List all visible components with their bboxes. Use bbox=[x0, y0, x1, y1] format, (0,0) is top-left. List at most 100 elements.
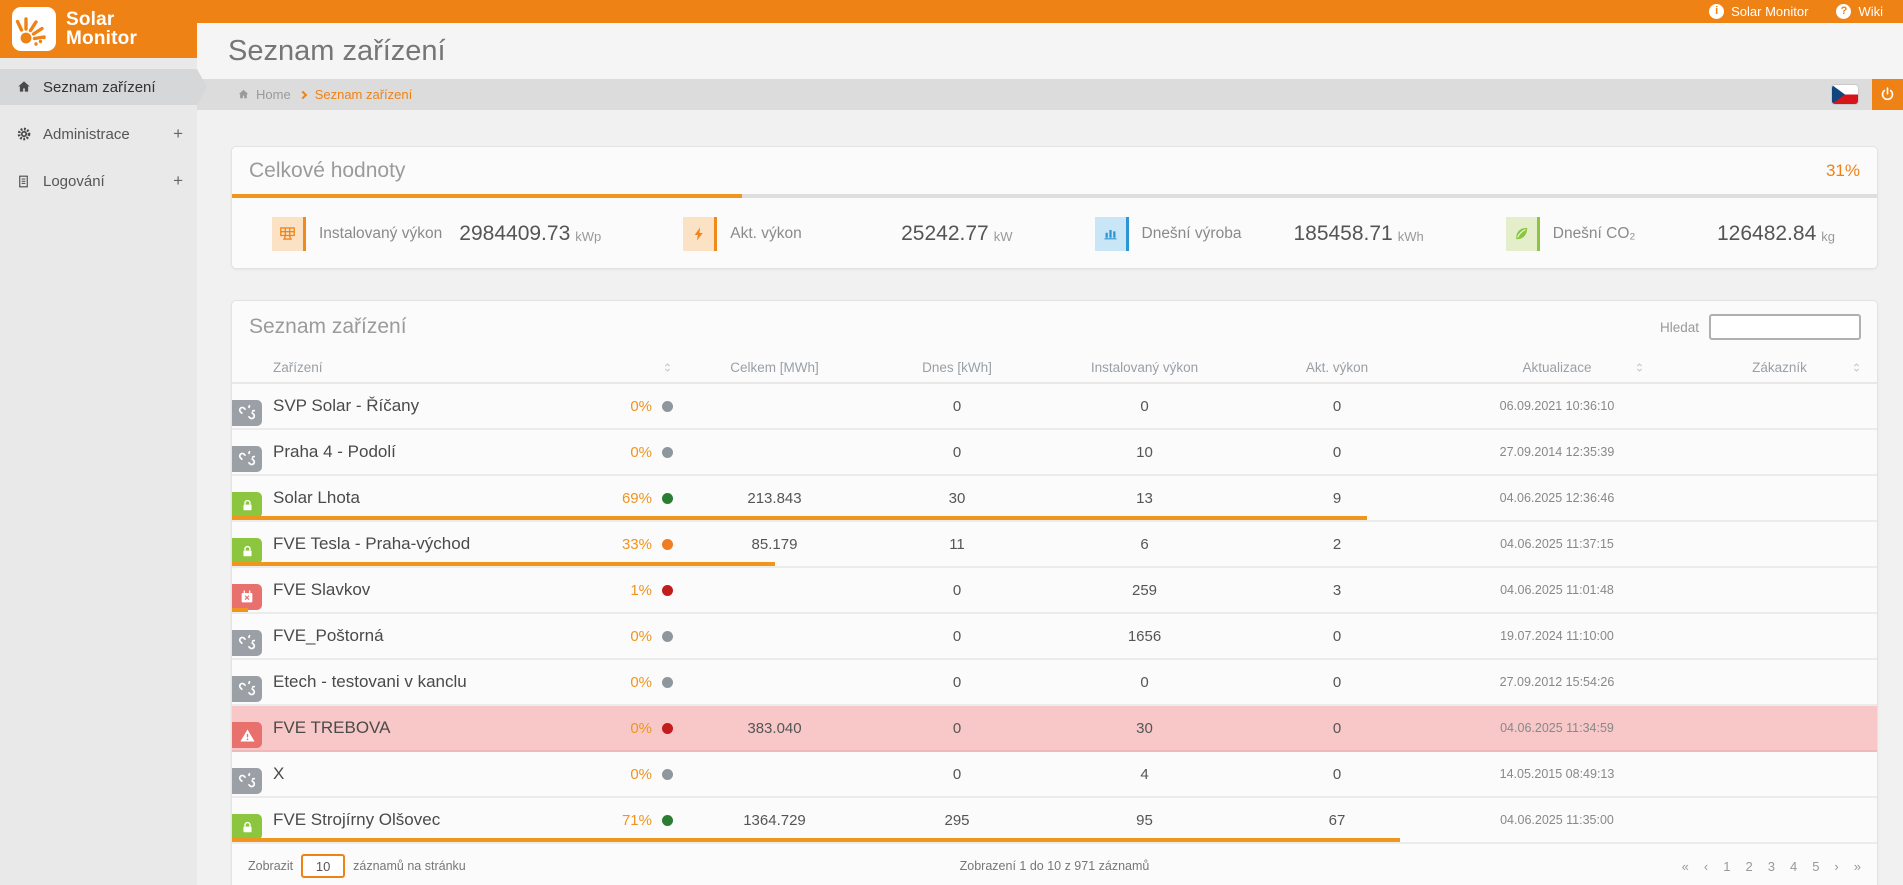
leaf-icon bbox=[1506, 217, 1540, 251]
stat-instalovan-v-kon: Instalovaný výkon 2984409.73 kWp bbox=[232, 217, 643, 251]
question-circle-icon: ? bbox=[1836, 4, 1851, 19]
pagination-item-next[interactable]: › bbox=[1834, 859, 1838, 874]
col-customer[interactable]: Zákazník bbox=[1682, 360, 1877, 375]
link-broken-icon bbox=[232, 400, 262, 426]
table-row[interactable]: Praha 4 - Podolí 0% 0 10 0 27.09.2014 12… bbox=[232, 430, 1877, 476]
page-size-label: Zobrazit bbox=[248, 859, 293, 873]
availability-percent: 0% bbox=[607, 720, 652, 737]
device-list-panel: Seznam zařízení Hledat Zařízení Celkem [… bbox=[231, 300, 1878, 885]
language-flag-czech[interactable] bbox=[1832, 85, 1858, 104]
pagination-item-page-2[interactable]: 2 bbox=[1745, 859, 1752, 874]
pagination-item-page-1[interactable]: 1 bbox=[1723, 859, 1730, 874]
table-header-row: Zařízení Celkem [MWh] Dnes [kWh] Instalo… bbox=[232, 353, 1877, 384]
search-label: Hledat bbox=[1660, 320, 1699, 335]
pagination-item-first[interactable]: « bbox=[1682, 859, 1689, 874]
table-row[interactable]: FVE TREBOVA 0% 383.040 0 30 0 04.06.2025… bbox=[232, 706, 1877, 752]
table-row[interactable]: FVE Strojírny Olšovec 71% 1364.729 295 9… bbox=[232, 798, 1877, 844]
totals-stats: Instalovaný výkon 2984409.73 kWp Akt. vý… bbox=[232, 198, 1877, 269]
stat-dne-n-v-roba: Dnešní výroba 185458.71 kWh bbox=[1055, 217, 1466, 251]
lock-icon bbox=[232, 492, 262, 518]
status-dot bbox=[662, 401, 673, 412]
totals-progress-bar bbox=[232, 194, 1877, 198]
pagination-item-page-3[interactable]: 3 bbox=[1768, 859, 1775, 874]
row-progress-bar bbox=[232, 516, 1367, 520]
table-title: Seznam zařízení bbox=[249, 315, 407, 339]
brand-name: Solar Monitor bbox=[66, 10, 137, 48]
availability-percent: 69% bbox=[607, 490, 652, 507]
table-row[interactable]: FVE_Poštorná 0% 0 1656 0 19.07.2024 11:1… bbox=[232, 614, 1877, 660]
col-updated[interactable]: Aktualizace bbox=[1432, 360, 1682, 375]
availability-percent: 0% bbox=[607, 398, 652, 415]
col-current: Akt. výkon bbox=[1242, 360, 1432, 375]
search-input[interactable] bbox=[1709, 314, 1861, 340]
table-row[interactable]: FVE Slavkov 1% 0 259 3 04.06.2025 11:01:… bbox=[232, 568, 1877, 614]
breadcrumb-current[interactable]: Seznam zařízení bbox=[315, 87, 413, 102]
content-area: Seznam zařízení Home Seznam zařízení bbox=[197, 23, 1903, 885]
gear-icon bbox=[15, 126, 32, 142]
status-dot bbox=[662, 677, 673, 688]
col-today: Dnes [kWh] bbox=[867, 360, 1047, 375]
sidebar: Solar Monitor Seznam zařízení Administra… bbox=[0, 0, 197, 885]
calendar-x-icon bbox=[232, 584, 262, 610]
per-page-label: záznamů na stránku bbox=[353, 859, 466, 873]
sort-updated-icon[interactable] bbox=[1633, 361, 1646, 374]
power-icon bbox=[1879, 86, 1896, 103]
topbar-link-wiki[interactable]: ? Wiki bbox=[1836, 4, 1883, 19]
warning-icon bbox=[232, 722, 262, 748]
sidebar-menu: Seznam zařízení Administrace + Logování … bbox=[0, 69, 197, 199]
col-device[interactable]: Zařízení bbox=[232, 360, 607, 375]
app-logo[interactable]: Solar Monitor bbox=[0, 0, 197, 58]
expand-plus-icon[interactable]: + bbox=[173, 171, 183, 191]
breadcrumb: Home Seznam zařízení bbox=[197, 79, 1903, 110]
status-dot bbox=[662, 769, 673, 780]
table-row[interactable]: FVE Tesla - Praha-východ 33% 85.179 11 6… bbox=[232, 522, 1877, 568]
availability-percent: 0% bbox=[607, 444, 652, 461]
table-footer: Zobrazit záznamů na stránku Zobrazení 1 … bbox=[232, 844, 1877, 885]
expand-plus-icon[interactable]: + bbox=[173, 124, 183, 144]
status-dot bbox=[662, 815, 673, 826]
topbar-link-solar-monitor[interactable]: i Solar Monitor bbox=[1709, 4, 1808, 19]
pagination-item-page-5[interactable]: 5 bbox=[1812, 859, 1819, 874]
sort-customer-icon[interactable] bbox=[1850, 361, 1863, 374]
totals-title: Celkové hodnoty bbox=[249, 159, 405, 183]
table-row[interactable]: SVP Solar - Říčany 0% 0 0 0 06.09.2021 1… bbox=[232, 384, 1877, 430]
solar-monitor-logo-icon bbox=[12, 7, 56, 51]
status-dot bbox=[662, 539, 673, 550]
pagination-item-page-4[interactable]: 4 bbox=[1790, 859, 1797, 874]
info-circle-icon: i bbox=[1709, 4, 1724, 19]
availability-percent: 1% bbox=[607, 582, 652, 599]
row-progress-bar bbox=[232, 562, 775, 566]
bar-chart-icon bbox=[1095, 217, 1129, 251]
table-row[interactable]: Solar Lhota 69% 213.843 30 13 9 04.06.20… bbox=[232, 476, 1877, 522]
records-summary: Zobrazení 1 do 10 z 971 záznamů bbox=[232, 859, 1877, 873]
availability-percent: 0% bbox=[607, 766, 652, 783]
page-title: Seznam zařízení bbox=[228, 35, 446, 68]
pagination-item-prev[interactable]: ‹ bbox=[1704, 859, 1708, 874]
table-body: SVP Solar - Říčany 0% 0 0 0 06.09.2021 1… bbox=[232, 384, 1877, 844]
row-progress-bar bbox=[232, 608, 248, 612]
link-broken-icon bbox=[232, 630, 262, 656]
breadcrumb-home-link[interactable]: Home bbox=[237, 87, 291, 102]
table-row[interactable]: X 0% 0 4 0 14.05.2015 08:49:13 bbox=[232, 752, 1877, 798]
page-size-input[interactable] bbox=[301, 854, 345, 878]
row-progress-bar bbox=[232, 838, 1400, 842]
sidebar-item-administrace[interactable]: Administrace + bbox=[0, 116, 197, 152]
totals-percent: 31% bbox=[1826, 161, 1860, 181]
availability-percent: 33% bbox=[607, 536, 652, 553]
pagination-item-last[interactable]: » bbox=[1854, 859, 1861, 874]
sort-device-icon[interactable] bbox=[652, 361, 682, 374]
logout-button[interactable] bbox=[1872, 79, 1903, 110]
page-header: Seznam zařízení bbox=[197, 23, 1903, 79]
sidebar-item-seznam-za-zen[interactable]: Seznam zařízení bbox=[0, 69, 197, 105]
table-row[interactable]: Etech - testovani v kanclu 0% 0 0 0 27.0… bbox=[232, 660, 1877, 706]
availability-percent: 0% bbox=[607, 628, 652, 645]
home-icon bbox=[15, 79, 32, 95]
home-icon bbox=[237, 88, 250, 101]
status-dot bbox=[662, 723, 673, 734]
sidebar-item-logov-n[interactable]: Logování + bbox=[0, 163, 197, 199]
topbar: i Solar Monitor ? Wiki bbox=[197, 0, 1903, 23]
lock-icon bbox=[232, 538, 262, 564]
lock-icon bbox=[232, 814, 262, 840]
czech-flag-icon bbox=[1832, 85, 1858, 104]
main: Celkové hodnoty 31% Instalovaný výkon 29… bbox=[197, 110, 1903, 885]
